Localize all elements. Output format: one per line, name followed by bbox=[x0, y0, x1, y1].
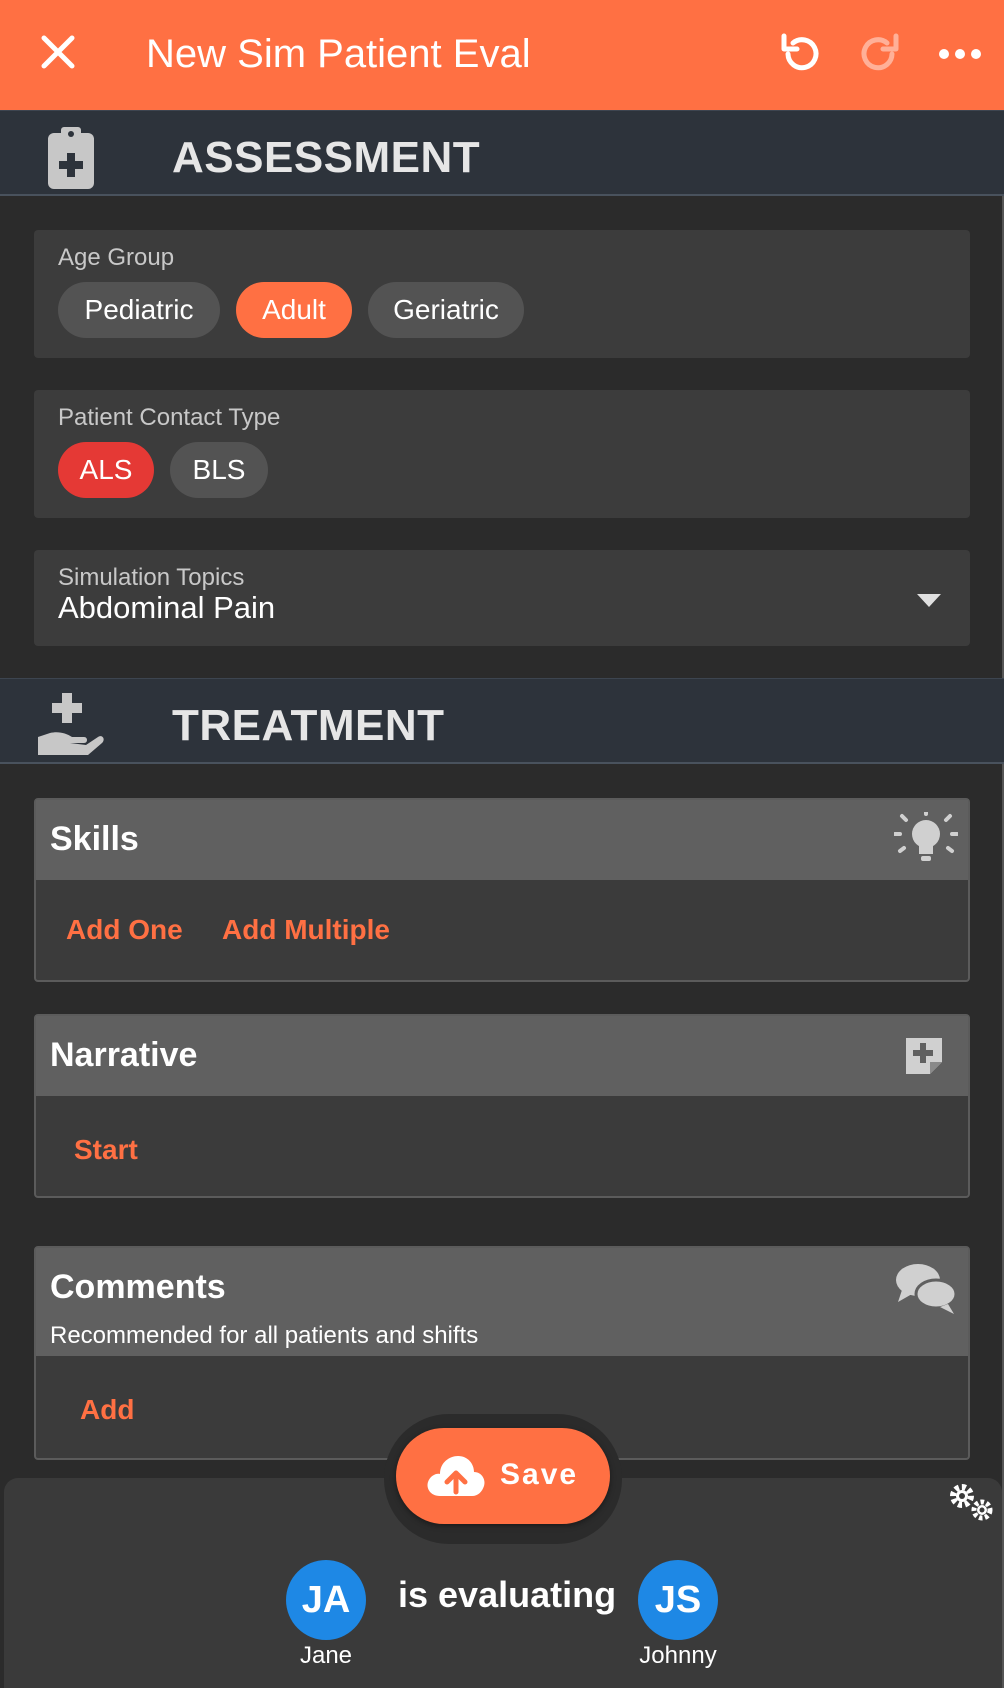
save-button[interactable]: Save bbox=[396, 1428, 610, 1524]
age-group-option-adult[interactable]: Adult bbox=[236, 282, 352, 338]
simulation-topics-select[interactable]: Simulation Topics Abdominal Pain bbox=[34, 550, 970, 646]
age-group-option-pediatric[interactable]: Pediatric bbox=[58, 282, 220, 338]
comments-add-link[interactable]: Add bbox=[80, 1394, 134, 1426]
evaluating-status-text: is evaluating bbox=[398, 1574, 617, 1615]
comments-title: Comments bbox=[50, 1268, 226, 1306]
cloud-upload-icon bbox=[427, 1456, 485, 1496]
skills-panel: Skills Add One Add Multiple bbox=[34, 798, 970, 982]
assessment-title: ASSESSMENT bbox=[172, 133, 481, 182]
evaluatee-avatar[interactable]: JS bbox=[638, 1560, 718, 1640]
clipboard-medical-icon bbox=[48, 127, 94, 189]
narrative-title: Narrative bbox=[50, 1036, 198, 1074]
lightbulb-icon bbox=[894, 812, 958, 861]
age-group-field: Age Group Pediatric Adult Geriatric bbox=[34, 230, 970, 358]
evaluator-avatar[interactable]: JA bbox=[286, 1560, 366, 1640]
skills-add-one-link[interactable]: Add One bbox=[66, 914, 183, 946]
evaluatee-name: Johnny bbox=[639, 1642, 717, 1669]
evaluator-name: Jane bbox=[299, 1642, 353, 1669]
comments-subtitle: Recommended for all patients and shifts bbox=[50, 1322, 479, 1349]
page-title: New Sim Patient Eval bbox=[146, 32, 531, 76]
comments-icon bbox=[896, 1264, 958, 1314]
app-root: New Sim Patient Eval ASSESSMENT Age Grou… bbox=[0, 0, 1004, 1688]
top-app-bar: New Sim Patient Eval bbox=[0, 0, 1004, 110]
hand-medical-icon bbox=[38, 693, 104, 755]
more-horizontal-icon[interactable] bbox=[936, 38, 984, 70]
skills-title: Skills bbox=[50, 820, 139, 858]
narrative-panel-header: Narrative bbox=[36, 1016, 968, 1096]
contact-type-option-als[interactable]: ALS bbox=[58, 442, 154, 498]
add-note-icon[interactable] bbox=[902, 1034, 946, 1078]
chevron-down-icon bbox=[917, 594, 941, 607]
redo-icon bbox=[861, 33, 899, 71]
undo-icon[interactable] bbox=[776, 30, 824, 78]
age-group-option-geriatric[interactable]: Geriatric bbox=[368, 282, 524, 338]
skills-add-multiple-link[interactable]: Add Multiple bbox=[222, 914, 390, 946]
narrative-start-link[interactable]: Start bbox=[74, 1134, 138, 1166]
patient-contact-type-label: Patient Contact Type bbox=[58, 404, 281, 431]
simulation-topics-value: Abdominal Pain bbox=[58, 590, 276, 625]
age-group-label: Age Group bbox=[58, 244, 175, 271]
patient-contact-type-field: Patient Contact Type ALS BLS bbox=[34, 390, 970, 518]
comments-panel-header: Comments Recommended for all patients an… bbox=[36, 1248, 968, 1356]
contact-type-option-bls[interactable]: BLS bbox=[170, 442, 268, 498]
close-icon[interactable] bbox=[38, 32, 78, 72]
simulation-topics-label: Simulation Topics bbox=[58, 564, 245, 591]
treatment-section-header: TREATMENT bbox=[0, 678, 1004, 764]
treatment-title: TREATMENT bbox=[172, 701, 445, 750]
skills-panel-header: Skills bbox=[36, 800, 968, 880]
save-button-label: Save bbox=[500, 1458, 579, 1491]
narrative-panel: Narrative Start bbox=[34, 1014, 970, 1198]
assessment-section-header: ASSESSMENT bbox=[0, 110, 1004, 196]
gears-icon[interactable] bbox=[946, 1482, 994, 1522]
